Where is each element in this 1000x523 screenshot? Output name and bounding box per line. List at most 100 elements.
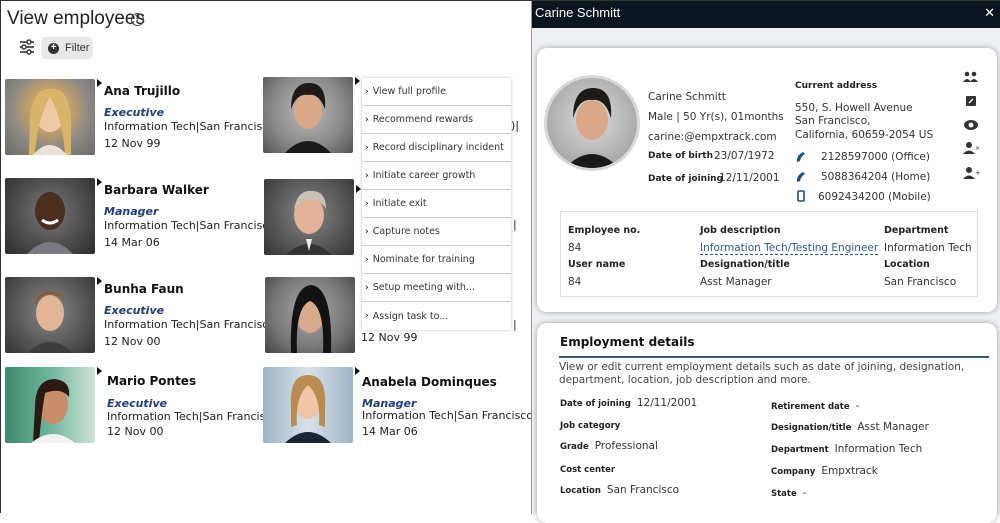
filter-button[interactable]: + Filter bbox=[41, 37, 93, 59]
help-icon[interactable]: ? bbox=[131, 13, 144, 26]
title-divider bbox=[559, 356, 989, 358]
menu-item-record-disciplinary-incident[interactable]: › Record disciplinary incident bbox=[362, 134, 511, 162]
employee-name[interactable]: Anabela Dominques bbox=[362, 375, 497, 389]
employment-details-description: View or edit current employment details … bbox=[559, 361, 965, 386]
employee-department: Information Tech|San Francis bbox=[107, 410, 266, 423]
employee-card[interactable]: Anabela Dominques Manager Information Te… bbox=[263, 367, 537, 447]
employee-date: 12 Nov 00 bbox=[104, 335, 161, 348]
phone-mobile: 6092434200 (Mobile) bbox=[818, 191, 931, 203]
menu-caret-icon[interactable] bbox=[355, 367, 360, 375]
menu-item-initiate-career-growth[interactable]: › Initiate career growth bbox=[362, 162, 511, 190]
employee-department: Information Tech|San Francisco| bbox=[104, 120, 279, 133]
profile-email[interactable]: carine:@empxtrack.com bbox=[648, 131, 777, 143]
close-icon[interactable]: ✕ bbox=[984, 5, 995, 21]
menu-caret-icon[interactable] bbox=[97, 277, 102, 285]
employee-role: Manager bbox=[104, 205, 159, 218]
add-user-icon[interactable]: + bbox=[962, 166, 980, 180]
employee-name[interactable]: Bunha Faun bbox=[104, 282, 184, 296]
employee-detail-pane: Carine Schmitt ✕ Carine Schmitt Male | 5… bbox=[531, 1, 1000, 523]
field-company: Company Empxtrack bbox=[771, 465, 878, 477]
menu-item-capture-notes[interactable]: › Capture notes bbox=[362, 218, 511, 246]
employee-name[interactable]: Mario Pontes bbox=[107, 374, 196, 388]
field-designation: Designation/title Asst Manager bbox=[771, 421, 929, 433]
employee-role: Executive bbox=[107, 397, 168, 410]
job-desc-link[interactable]: Information Tech/Testing Engineer bbox=[700, 242, 879, 255]
employee-photo bbox=[264, 179, 354, 255]
employee-role: Executive bbox=[104, 304, 165, 317]
chevron-right-icon: › bbox=[365, 198, 369, 209]
employee-name[interactable]: Ana Trujillo bbox=[104, 84, 180, 98]
menu-caret-icon[interactable] bbox=[97, 367, 102, 375]
employee-photo bbox=[265, 277, 355, 353]
address-line1: 550, S. Howell Avenue bbox=[795, 102, 913, 114]
team-icon[interactable] bbox=[962, 70, 980, 84]
profile-name: Carine Schmitt bbox=[648, 91, 726, 103]
emp-no-label: Employee no. bbox=[568, 225, 641, 236]
field-date-of-joining: Date of joining 12/11/2001 bbox=[560, 397, 698, 409]
svg-text:×: × bbox=[975, 145, 980, 152]
menu-caret-icon[interactable] bbox=[356, 185, 361, 193]
plus-icon: + bbox=[48, 42, 59, 54]
employee-card[interactable]: Mario Pontes Executive Information Tech|… bbox=[5, 367, 265, 447]
menu-caret-icon[interactable] bbox=[355, 77, 360, 85]
menu-caret-icon[interactable] bbox=[97, 79, 102, 87]
employee-department: Information Tech|San Francisco| bbox=[104, 219, 279, 232]
location-label: Location bbox=[884, 259, 930, 270]
designation-label: Designation/title bbox=[700, 259, 790, 270]
settings-sliders-icon[interactable] bbox=[19, 39, 35, 55]
chevron-right-icon: › bbox=[365, 311, 369, 321]
employee-card[interactable]: Ana Trujillo Executive Information Tech|… bbox=[5, 79, 279, 159]
field-location: Location San Francisco bbox=[560, 484, 680, 496]
employment-details-card: Employment details View or edit current … bbox=[537, 323, 997, 523]
employee-date: 14 Mar 06 bbox=[104, 236, 160, 249]
employee-department: Information Tech|San Francisco| bbox=[104, 318, 279, 331]
employee-date: 12 Nov 99 bbox=[104, 137, 161, 150]
dob-label: Date of birth bbox=[648, 151, 713, 161]
menu-item-view-full-profile[interactable]: › View full profile bbox=[362, 78, 511, 106]
employee-date: 12 Nov 00 bbox=[107, 425, 164, 438]
mobile-icon bbox=[797, 190, 805, 202]
location-value: San Francisco bbox=[884, 276, 957, 288]
department-value: Information Tech bbox=[884, 242, 972, 254]
address-label: Current address bbox=[795, 81, 878, 91]
chevron-right-icon: › bbox=[365, 114, 369, 125]
edit-icon[interactable] bbox=[962, 94, 980, 108]
username-label: User name bbox=[568, 259, 626, 270]
field-job-category: Job category bbox=[560, 421, 621, 431]
view-icon[interactable] bbox=[962, 118, 980, 132]
profile-gender-age: Male | 50 Yr(s), 01months bbox=[648, 111, 784, 123]
employee-department: Information Tech|San Francisco| bbox=[362, 409, 537, 422]
field-state: State - bbox=[771, 487, 807, 499]
employee-date: 12 Nov 99 bbox=[361, 331, 418, 344]
menu-item-setup-meeting[interactable]: › Setup meeting with... bbox=[362, 274, 511, 302]
doj-value: 12/11/2001 bbox=[719, 172, 780, 184]
employee-list-pane: View employees ? + Filter Ana Trujillo E… bbox=[1, 1, 537, 514]
phone-office: 2128597000 (Office) bbox=[821, 151, 930, 163]
employee-date: 14 Mar 06 bbox=[362, 425, 418, 438]
detail-header: Carine Schmitt ✕ bbox=[532, 1, 1000, 28]
chevron-right-icon: › bbox=[365, 254, 369, 265]
employee-card[interactable]: Bunha Faun Executive Information Tech|Sa… bbox=[5, 277, 279, 357]
menu-item-nominate-for-training[interactable]: › Nominate for training bbox=[362, 246, 511, 274]
phone-icon bbox=[796, 152, 805, 162]
phone-icon bbox=[796, 172, 805, 182]
menu-item-initiate-exit[interactable]: › Initiate exit bbox=[362, 190, 511, 218]
truncated-text: | bbox=[513, 218, 517, 231]
chevron-right-icon: › bbox=[365, 170, 369, 181]
truncated-text: | bbox=[513, 318, 517, 331]
employee-card[interactable]: Barbara Walker Manager Information Tech|… bbox=[5, 178, 279, 258]
menu-caret-icon[interactable] bbox=[97, 178, 102, 186]
emp-no-value: 84 bbox=[568, 242, 582, 254]
employee-photo bbox=[5, 79, 95, 155]
employee-photo bbox=[263, 367, 353, 443]
field-retirement-date: Retirement date - bbox=[771, 400, 860, 412]
detail-title: Carine Schmitt bbox=[535, 5, 621, 20]
address-line2: San Francisco, bbox=[795, 115, 871, 127]
field-cost-center: Cost center bbox=[560, 465, 616, 475]
menu-item-assign-task[interactable]: › Assign task to... bbox=[362, 302, 511, 330]
page-title: View employees bbox=[7, 8, 146, 29]
menu-item-recommend-rewards[interactable]: › Recommend rewards bbox=[362, 106, 511, 134]
remove-user-icon[interactable]: × bbox=[962, 141, 980, 155]
username-value: 84 bbox=[568, 276, 582, 288]
employee-name[interactable]: Barbara Walker bbox=[104, 183, 209, 197]
